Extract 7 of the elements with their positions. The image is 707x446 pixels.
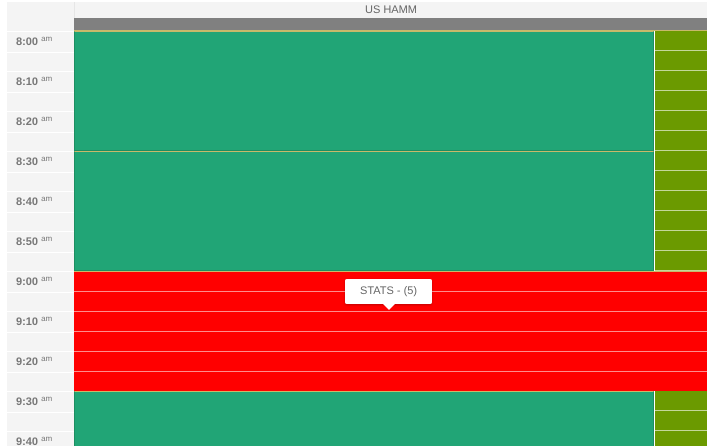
tooltip-pointer-icon	[382, 304, 395, 310]
time-label: 9:40 $^{am}$	[7, 431, 74, 446]
header-corner-background	[7, 2, 74, 31]
tooltip: STATS - (5)	[345, 279, 432, 304]
appointment-block[interactable]	[74, 31, 654, 151]
resource-header: US HAMM	[74, 2, 707, 18]
unavailable-block[interactable]	[74, 271, 707, 391]
